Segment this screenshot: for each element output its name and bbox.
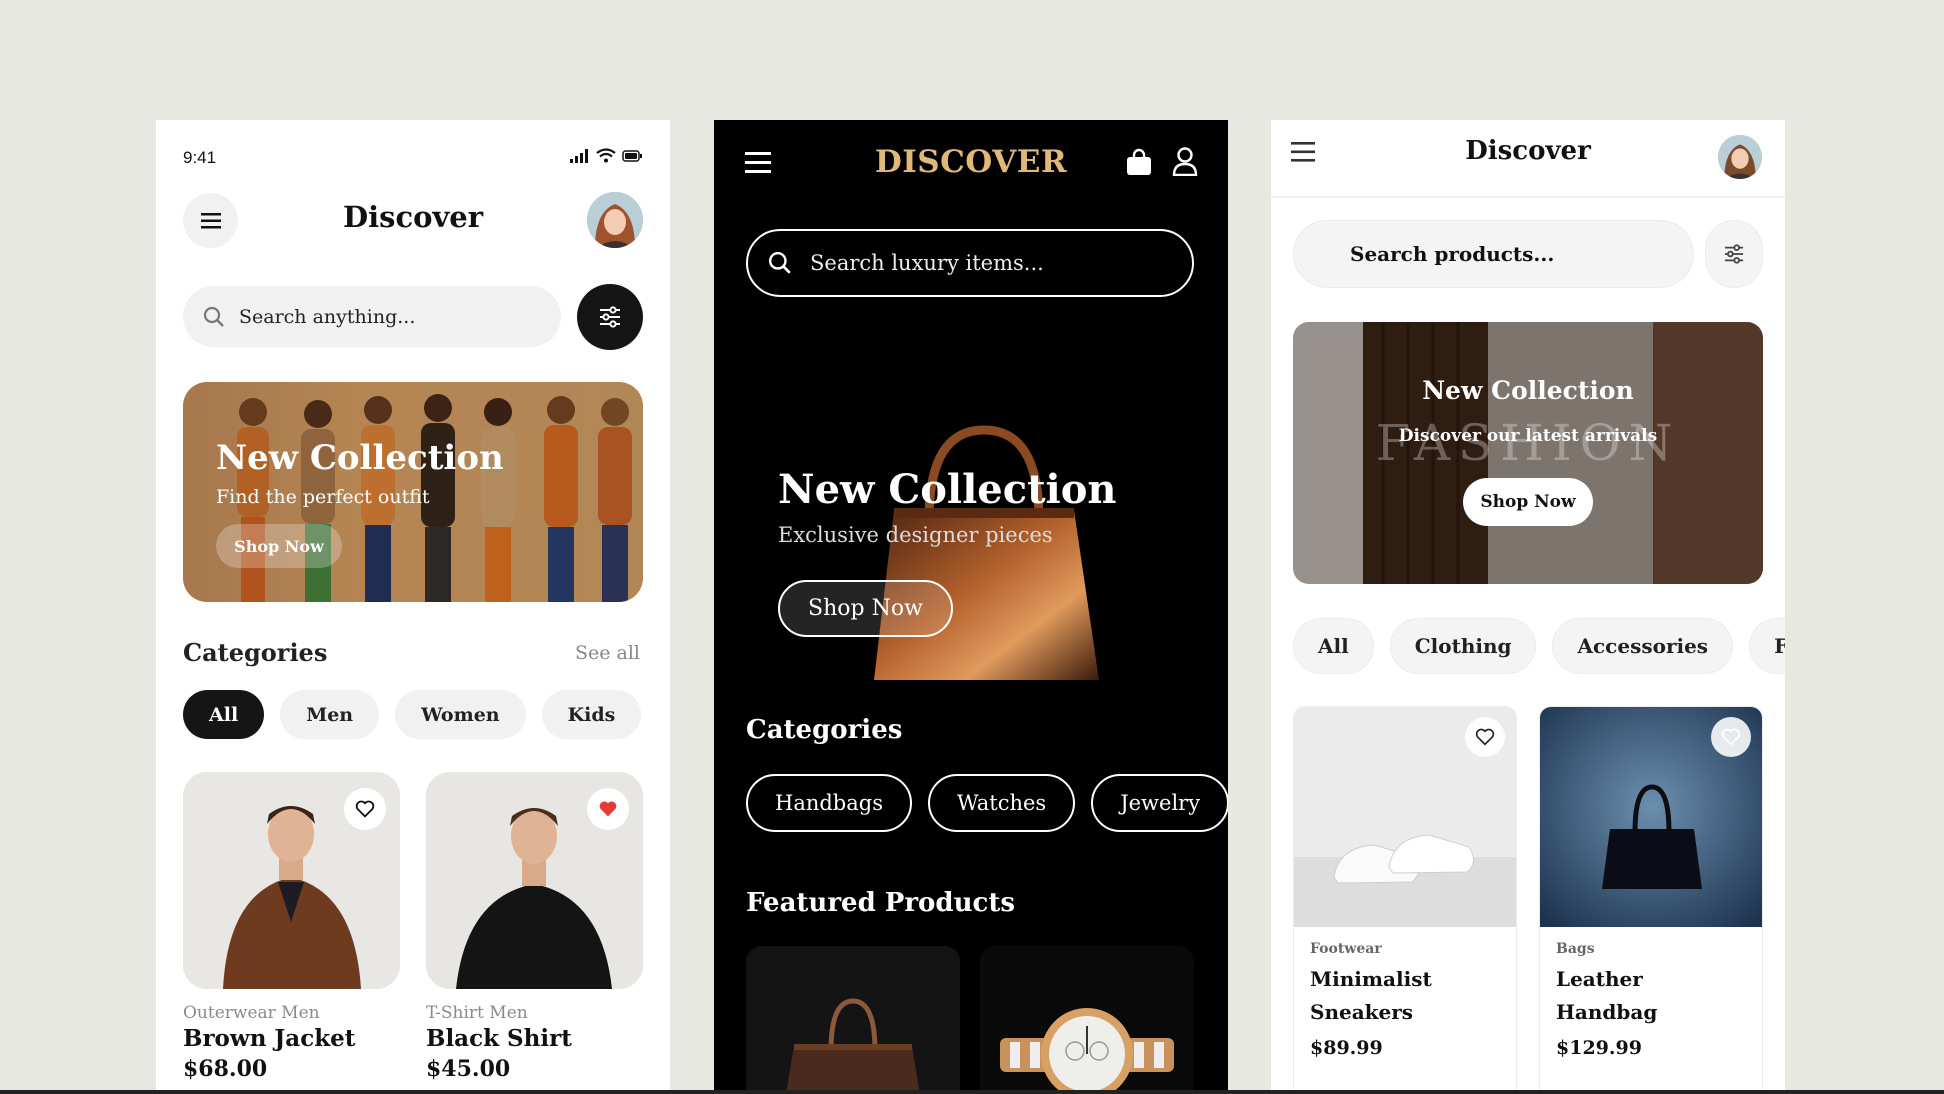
search-input[interactable]: Search luxury items... [746,229,1194,297]
header-divider [1271,196,1785,198]
battery-icon [622,149,642,162]
sliders-icon [1724,244,1744,264]
product-category: Bags [1556,941,1595,957]
product-card[interactable]: Footwear Minimalist Sneakers $89.99 [1293,706,1517,1094]
shop-now-button[interactable]: Shop Now [1463,478,1593,526]
category-chips: All Men Women Kids [183,690,642,739]
sliders-icon [600,306,620,328]
light-app-screen: 9:41 Discover Search anything... New Col… [156,120,670,1094]
product-card[interactable]: T-Shirt Men Black Shirt $45.00 [426,772,643,1082]
minimal-app-screen: Discover Search products... FASHION New … [1271,120,1785,1094]
featured-heading: Featured Products [746,888,1015,918]
chip-all[interactable]: All [183,690,265,739]
product-card[interactable]: Outerwear Men Brown Jacket $68.00 [183,772,400,1082]
page-title: Discover [1465,136,1591,166]
featured-product-card[interactable] [980,946,1194,1094]
see-all-link[interactable]: See all [575,642,640,664]
banner-subtitle: Discover our latest arrivals [1398,426,1658,446]
product-image [183,772,400,989]
favorite-button[interactable] [1711,717,1751,757]
heart-filled-icon [599,801,617,817]
banner-title: New Collection [216,438,504,478]
chip-handbags[interactable]: Handbags [746,774,912,832]
filter-button[interactable] [1705,220,1763,288]
promo-banner[interactable]: FASHION New Collection Discover our late… [1293,322,1763,584]
search-input[interactable]: Search anything... [183,286,561,347]
chip-footwear[interactable]: Footwear [1749,618,1785,674]
chip-jewelry[interactable]: Jewelry [1091,774,1228,832]
featured-product-card[interactable] [746,946,960,1094]
product-image [1540,707,1762,927]
banner-subtitle: Find the perfect outfit [216,486,430,508]
handbag-image [746,946,960,1094]
search-icon [768,251,791,274]
hero-title: New Collection [778,466,1117,513]
bottom-edge [0,1090,1944,1094]
categories-heading: Categories [183,638,328,667]
heart-outline-icon [1721,728,1741,746]
product-name: Minimalist Sneakers [1310,967,1432,1024]
product-name: Leather Handbag [1556,967,1658,1024]
product-name: Black Shirt [426,1025,572,1052]
heart-outline-icon [355,800,375,818]
promo-banner[interactable]: New Collection Find the perfect outfit S… [183,382,643,602]
shop-now-button[interactable]: Shop Now [778,580,953,637]
chip-clothing[interactable]: Clothing [1389,618,1537,674]
user-icon [1172,147,1198,177]
cart-button[interactable] [1126,148,1152,180]
dark-luxury-app-screen: DISCOVER Search luxury items... New Coll… [714,120,1228,1094]
chip-women[interactable]: Women [395,690,526,739]
chip-kids[interactable]: Kids [541,690,642,739]
category-chips: Handbags Watches Jewelry [746,774,1228,832]
wifi-icon [596,148,616,163]
product-price: $68.00 [183,1056,268,1082]
categories-heading: Categories [746,715,903,745]
product-category: T-Shirt Men [426,1003,528,1023]
product-image [1294,707,1516,927]
status-time: 9:41 [183,148,217,167]
chip-watches[interactable]: Watches [927,774,1076,832]
avatar[interactable] [587,192,643,248]
chip-men[interactable]: Men [280,690,380,739]
heart-outline-icon [1475,728,1495,746]
profile-button[interactable] [1172,146,1198,180]
product-name: Brown Jacket [183,1025,356,1052]
favorite-button[interactable] [587,788,629,830]
product-price: $45.00 [426,1056,511,1082]
signal-icon [570,148,588,163]
category-chips: All Clothing Accessories Footwear [1293,618,1785,674]
product-category: Footwear [1310,941,1382,957]
watch-image [980,946,1194,1094]
product-category: Outerwear Men [183,1003,320,1023]
favorite-button[interactable] [1465,717,1505,757]
product-image [426,772,643,989]
filter-button[interactable] [577,284,643,350]
avatar[interactable] [1718,135,1762,179]
hero-banner[interactable]: New Collection Exclusive designer pieces… [714,370,1228,680]
search-input[interactable]: Search products... [1293,220,1694,288]
shop-now-button[interactable]: Shop Now [216,524,342,568]
chip-accessories[interactable]: Accessories [1552,618,1734,674]
search-placeholder: Search anything... [239,305,416,328]
search-icon [203,306,224,327]
product-price: $89.99 [1310,1037,1383,1059]
favorite-button[interactable] [344,788,386,830]
product-card[interactable]: Bags Leather Handbag $129.99 [1539,706,1763,1094]
chip-all[interactable]: All [1293,618,1374,674]
shopping-bag-icon [1127,148,1151,175]
search-placeholder: Search luxury items... [810,251,1044,275]
product-price: $129.99 [1556,1037,1642,1059]
hero-subtitle: Exclusive designer pieces [778,523,1053,547]
status-icons [570,148,642,163]
banner-title: New Collection [1422,376,1634,405]
